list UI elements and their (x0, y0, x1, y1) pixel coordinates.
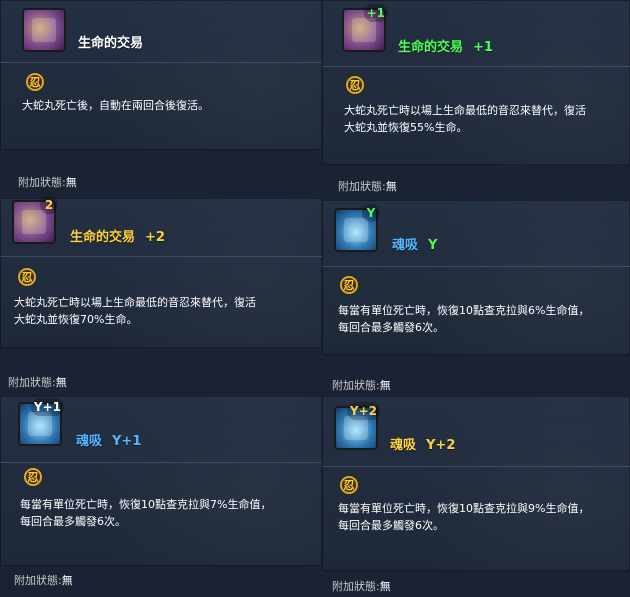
status-label: 附加狀態 (332, 379, 376, 392)
skill-title-left-2: 生命的交易 +2 (70, 230, 165, 246)
status-label: 附加狀態 (14, 574, 58, 587)
right-panel-1: +1 生命的交易 +1 忍 大蛇丸死亡時以場上生命最低的音忍來替代，復活 大蛇丸並… (322, 0, 630, 165)
status-value: 無 (379, 379, 391, 392)
scroll-skill-icon: +1 (342, 4, 388, 52)
skill-desc-line: 每回合最多觸發6次。 (20, 515, 126, 528)
soul-skill-icon: Y+2 (334, 402, 380, 450)
skill-desc-line: 每回合最多觸發6次。 (338, 519, 444, 532)
soul-glyph (344, 218, 368, 242)
skill-title-text: 生命的交易 (398, 40, 464, 55)
skill-desc-line: 每當有單位死亡時，恢復10點查克拉與7%生命值， (20, 498, 272, 511)
skill-desc-line: 每當有單位死亡時，恢復10點查克拉與6%生命值， (338, 304, 590, 317)
level-badge: +1 (363, 4, 388, 22)
level-badge: Y+2 (346, 402, 380, 420)
status-left-1: 附加狀態:無 (18, 176, 77, 190)
skill-title-text: 生命的交易 (70, 230, 136, 245)
separator-left-1 (0, 62, 322, 63)
skill-desc-line: 大蛇丸並恢復55%生命。 (344, 121, 468, 134)
scroll-glyph (22, 210, 46, 234)
skill-desc-right-2: 每當有單位死亡時，恢復10點查克拉與6%生命值， 每回合最多觸發6次。 (338, 302, 589, 336)
ninja-icon: 忍 (340, 276, 358, 294)
soul-skill-icon: Y (334, 204, 380, 252)
skill-desc-line: 大蛇丸並恢復70%生命。 (14, 313, 138, 326)
skill-title-text: 魂吸 (76, 434, 103, 449)
skill-title-text: 魂吸 (392, 238, 419, 253)
skill-level-text: +2 (145, 230, 165, 245)
skill-desc-left-1: 大蛇丸死亡後，自動在兩回合後復活。 (22, 99, 209, 112)
left-panel-1: 生命的交易 忍 大蛇丸死亡後，自動在兩回合後復活。 (0, 0, 322, 150)
separator-right-1 (322, 66, 630, 67)
status-label: 附加狀態 (18, 176, 62, 189)
ninja-glyph: 忍 (343, 278, 355, 292)
ninja-icon: 忍 (340, 476, 358, 494)
ninja-icon: 忍 (18, 268, 36, 286)
left-panel-3: Y+1 魂吸 Y+1 忍 每當有單位死亡時，恢復10點查克拉與7%生命值， 每回合… (0, 396, 322, 566)
level-badge: 2 (40, 196, 58, 214)
skill-desc-left-3: 每當有單位死亡時，恢復10點查克拉與7%生命值， 每回合最多觸發6次。 (20, 496, 271, 530)
skill-level-text: Y (428, 238, 438, 253)
status-left-2: 附加狀態:無 (8, 376, 67, 390)
scroll-glyph (32, 18, 56, 42)
skill-title-text: 生命的交易 (78, 36, 144, 51)
level-badge: Y (362, 204, 380, 222)
ninja-glyph: 忍 (349, 78, 361, 92)
skill-level-text: Y+2 (426, 438, 456, 453)
ninja-icon: 忍 (24, 468, 42, 486)
status-value: 無 (55, 376, 67, 389)
skill-desc-line: 大蛇丸死亡時以場上生命最低的音忍來替代，復活 (14, 296, 256, 309)
status-value: 無 (379, 580, 391, 593)
status-label: 附加狀態 (338, 180, 382, 193)
skill-title-right-2: 魂吸 Y (392, 238, 437, 254)
status-right-1: 附加狀態:無 (338, 180, 397, 194)
skill-desc-line: 大蛇丸死亡時以場上生命最低的音忍來替代，復活 (344, 104, 586, 117)
ninja-glyph: 忍 (21, 270, 33, 284)
skill-desc-left-2: 大蛇丸死亡時以場上生命最低的音忍來替代，復活 大蛇丸並恢復70%生命。 (14, 294, 256, 328)
skill-desc-right-3: 每當有單位死亡時，恢復10點查克拉與9%生命值， 每回合最多觸發6次。 (338, 500, 589, 534)
ninja-icon: 忍 (26, 73, 44, 91)
status-right-2: 附加狀態:無 (332, 379, 391, 393)
status-right-3: 附加狀態:無 (332, 580, 391, 594)
skill-desc-right-1: 大蛇丸死亡時以場上生命最低的音忍來替代，復活 大蛇丸並恢復55%生命。 (344, 102, 586, 136)
separator-right-2 (322, 266, 630, 267)
scroll-skill-icon: 2 (12, 196, 58, 244)
ninja-glyph: 忍 (27, 470, 39, 484)
status-value: 無 (385, 180, 397, 193)
status-label: 附加狀態 (332, 580, 376, 593)
left-panel-2: 2 生命的交易 +2 忍 大蛇丸死亡時以場上生命最低的音忍來替代，復活 大蛇丸並恢… (0, 196, 322, 348)
right-panel-2: Y 魂吸 Y 忍 每當有單位死亡時，恢復10點查克拉與6%生命值， 每回合最多觸發… (322, 200, 630, 355)
skill-title-left-3: 魂吸 Y+1 (76, 434, 141, 450)
right-panel-3: Y+2 魂吸 Y+2 忍 每當有單位死亡時，恢復10點查克拉與9%生命值， 每回合… (322, 396, 630, 571)
skill-desc-line: 每當有單位死亡時，恢復10點查克拉與9%生命值， (338, 502, 590, 515)
ninja-glyph: 忍 (29, 75, 41, 89)
separator-left-3 (0, 462, 322, 463)
scroll-skill-icon (22, 8, 66, 52)
separator-right-3 (322, 466, 630, 467)
ninja-icon: 忍 (346, 76, 364, 94)
skill-level-text: +1 (473, 40, 493, 55)
skill-title-right-3: 魂吸 Y+2 (390, 438, 455, 454)
soul-skill-icon: Y+1 (18, 398, 64, 446)
skill-level-text: Y+1 (112, 434, 142, 449)
skill-desc-line: 每回合最多觸發6次。 (338, 321, 444, 334)
status-value: 無 (61, 574, 73, 587)
status-label: 附加狀態 (8, 376, 52, 389)
separator-left-2 (0, 256, 322, 257)
status-value: 無 (65, 176, 77, 189)
level-badge: Y+1 (30, 398, 64, 416)
status-left-3: 附加狀態:無 (14, 574, 73, 588)
ninja-glyph: 忍 (343, 478, 355, 492)
skill-title-left-1: 生命的交易 (78, 36, 143, 52)
skill-title-right-1: 生命的交易 +1 (398, 40, 493, 56)
skill-title-text: 魂吸 (390, 438, 417, 453)
